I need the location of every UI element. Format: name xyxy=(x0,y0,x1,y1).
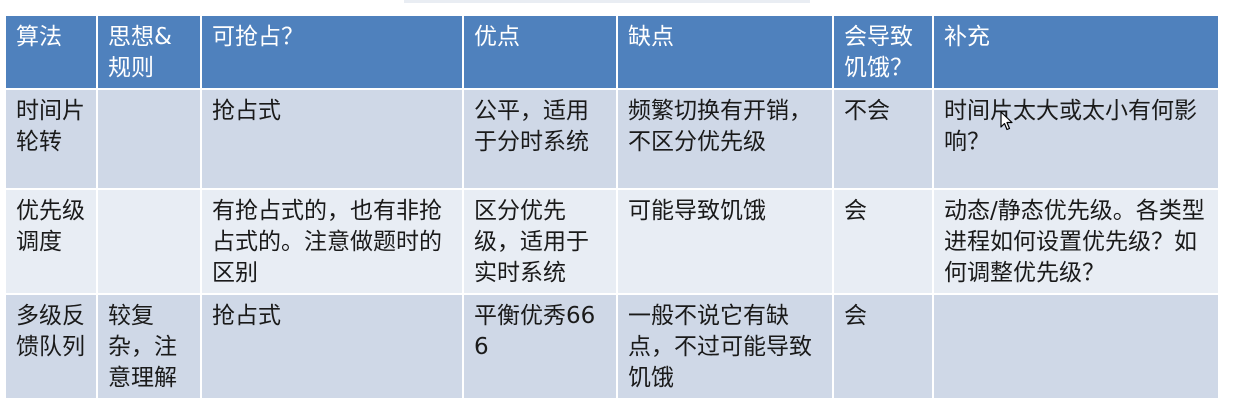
cell-preemptive: 抢占式 xyxy=(200,88,464,190)
header-algorithm: 算法 xyxy=(4,14,98,90)
cell-notes: 时间片太大或太小有何影响？ xyxy=(932,88,1220,190)
header-idea-rules: 思想&规则 xyxy=(96,14,202,90)
cell-idea-rules: 较复杂，注意理解 xyxy=(96,293,202,400)
scheduling-algorithms-table: 算法 思想&规则 可抢占？ 优点 缺点 会导致饥饿？ 补充 时间片轮转 抢占式 … xyxy=(4,14,1220,400)
header-disadvantages: 缺点 xyxy=(616,14,834,90)
cell-disadvantages: 频繁切换有开销，不区分优先级 xyxy=(616,88,834,190)
cell-disadvantages: 可能导致饥饿 xyxy=(616,188,834,295)
cell-algorithm: 优先级调度 xyxy=(4,188,98,295)
cell-preemptive: 抢占式 xyxy=(200,293,464,400)
cell-idea-rules xyxy=(96,88,202,190)
table-row: 时间片轮转 抢占式 公平，适用于分时系统 频繁切换有开销，不区分优先级 不会 时… xyxy=(4,88,1220,190)
cell-advantages: 平衡优秀666 xyxy=(462,293,618,400)
header-row: 算法 思想&规则 可抢占？ 优点 缺点 会导致饥饿？ 补充 xyxy=(4,14,1220,90)
header-notes: 补充 xyxy=(932,14,1220,90)
header-starvation: 会导致饥饿？ xyxy=(832,14,934,90)
header-advantages: 优点 xyxy=(462,14,618,90)
table-row: 多级反馈队列 较复杂，注意理解 抢占式 平衡优秀666 一般不说它有缺点，不过可… xyxy=(4,293,1220,400)
cell-disadvantages: 一般不说它有缺点，不过可能导致饥饿 xyxy=(616,293,834,400)
cell-idea-rules xyxy=(96,188,202,295)
cell-advantages: 公平，适用于分时系统 xyxy=(462,88,618,190)
cell-notes xyxy=(932,293,1220,400)
cell-starvation: 会 xyxy=(832,188,934,295)
cell-preemptive: 有抢占式的，也有非抢占式的。注意做题时的区别 xyxy=(200,188,464,295)
cell-algorithm: 时间片轮转 xyxy=(4,88,98,190)
cell-starvation: 不会 xyxy=(832,88,934,190)
table-row: 优先级调度 有抢占式的，也有非抢占式的。注意做题时的区别 区分优先级，适用于实时… xyxy=(4,188,1220,295)
top-divider xyxy=(404,0,810,3)
cell-starvation: 会 xyxy=(832,293,934,400)
cell-algorithm: 多级反馈队列 xyxy=(4,293,98,400)
cell-advantages: 区分优先级，适用于实时系统 xyxy=(462,188,618,295)
cell-notes: 动态/静态优先级。各类型进程如何设置优先级？如何调整优先级？ xyxy=(932,188,1220,295)
arrow-cursor-icon xyxy=(1000,111,1013,131)
header-preemptive: 可抢占？ xyxy=(200,14,464,90)
